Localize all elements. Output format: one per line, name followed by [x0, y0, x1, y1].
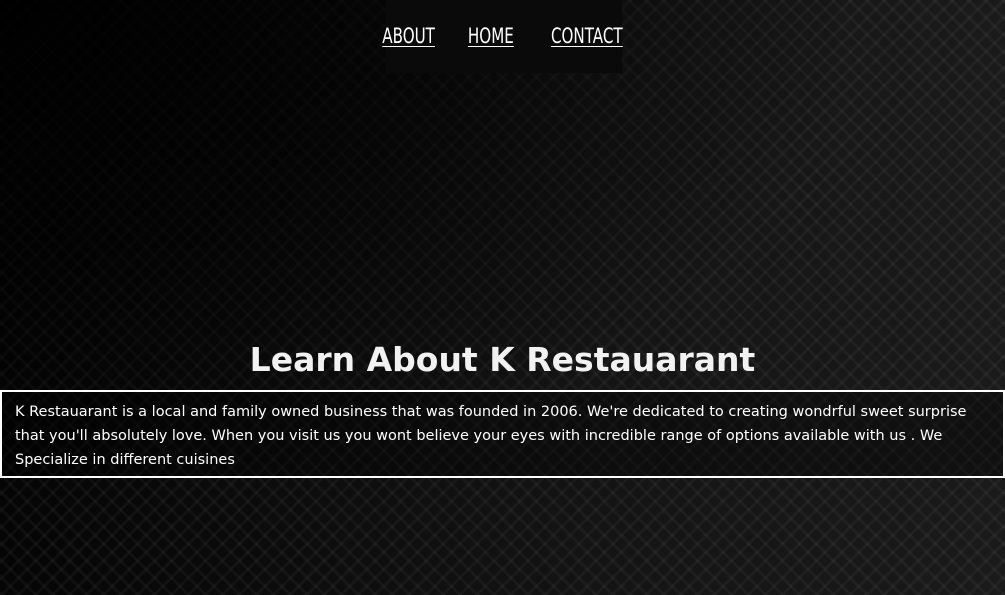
about-description-box: K Restauarant is a local and family owne… — [0, 390, 1005, 478]
about-description-text: K Restauarant is a local and family owne… — [15, 404, 967, 468]
nav-link-contact[interactable]: CONTACT — [551, 24, 623, 48]
page: { "nav": { "items": [ {"label": "ABOUT"}… — [0, 0, 1005, 595]
nav-link-about[interactable]: ABOUT — [382, 24, 435, 48]
top-navigation: ABOUT HOME CONTACT — [382, 0, 623, 73]
page-title: Learn About K Restauarant — [249, 340, 756, 379]
nav-link-home[interactable]: HOME — [468, 24, 514, 48]
